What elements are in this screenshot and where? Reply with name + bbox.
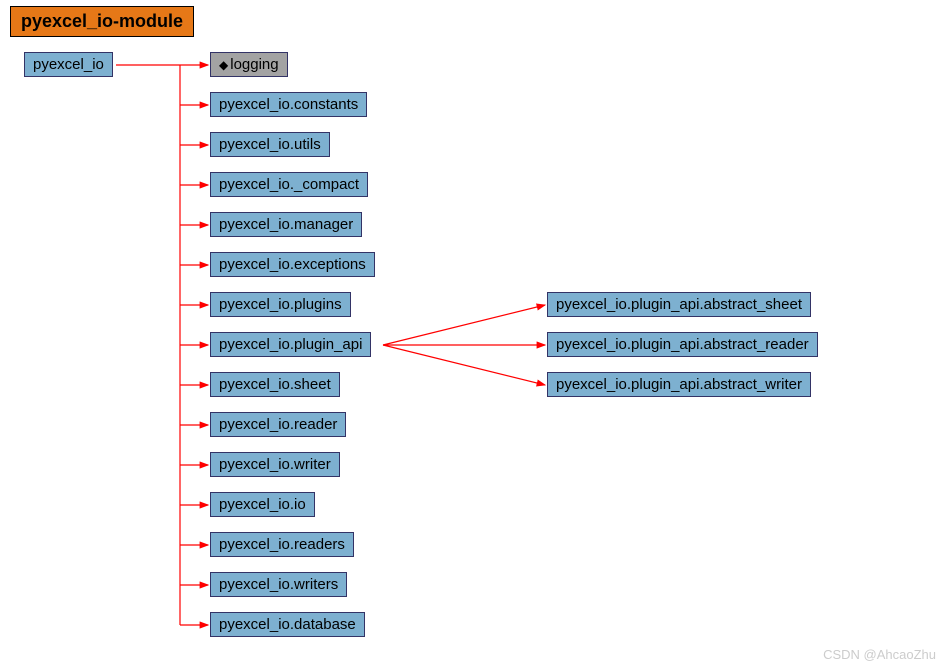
child-node-plugin-api: pyexcel_io.plugin_api: [210, 332, 371, 357]
logging-label: logging: [230, 56, 278, 73]
subchild-abstract-reader: pyexcel_io.plugin_api.abstract_reader: [547, 332, 818, 357]
watermark: CSDN @AhcaoZhu: [823, 647, 936, 662]
child-node-constants: pyexcel_io.constants: [210, 92, 367, 117]
child-node-manager: pyexcel_io.manager: [210, 212, 362, 237]
child-node-plugins: pyexcel_io.plugins: [210, 292, 351, 317]
child-node-writers: pyexcel_io.writers: [210, 572, 347, 597]
child-node-writer: pyexcel_io.writer: [210, 452, 340, 477]
diamond-icon: ◆: [219, 58, 228, 72]
child-node-database: pyexcel_io.database: [210, 612, 365, 637]
child-node-compact: pyexcel_io._compact: [210, 172, 368, 197]
child-node-exceptions: pyexcel_io.exceptions: [210, 252, 375, 277]
child-node-utils: pyexcel_io.utils: [210, 132, 330, 157]
root-node: pyexcel_io: [24, 52, 113, 77]
child-node-reader: pyexcel_io.reader: [210, 412, 346, 437]
child-node-logging: ◆logging: [210, 52, 288, 77]
subchild-abstract-sheet: pyexcel_io.plugin_api.abstract_sheet: [547, 292, 811, 317]
child-node-sheet: pyexcel_io.sheet: [210, 372, 340, 397]
child-node-io: pyexcel_io.io: [210, 492, 315, 517]
diagram-title: pyexcel_io-module: [10, 6, 194, 37]
child-node-readers: pyexcel_io.readers: [210, 532, 354, 557]
subchild-abstract-writer: pyexcel_io.plugin_api.abstract_writer: [547, 372, 811, 397]
